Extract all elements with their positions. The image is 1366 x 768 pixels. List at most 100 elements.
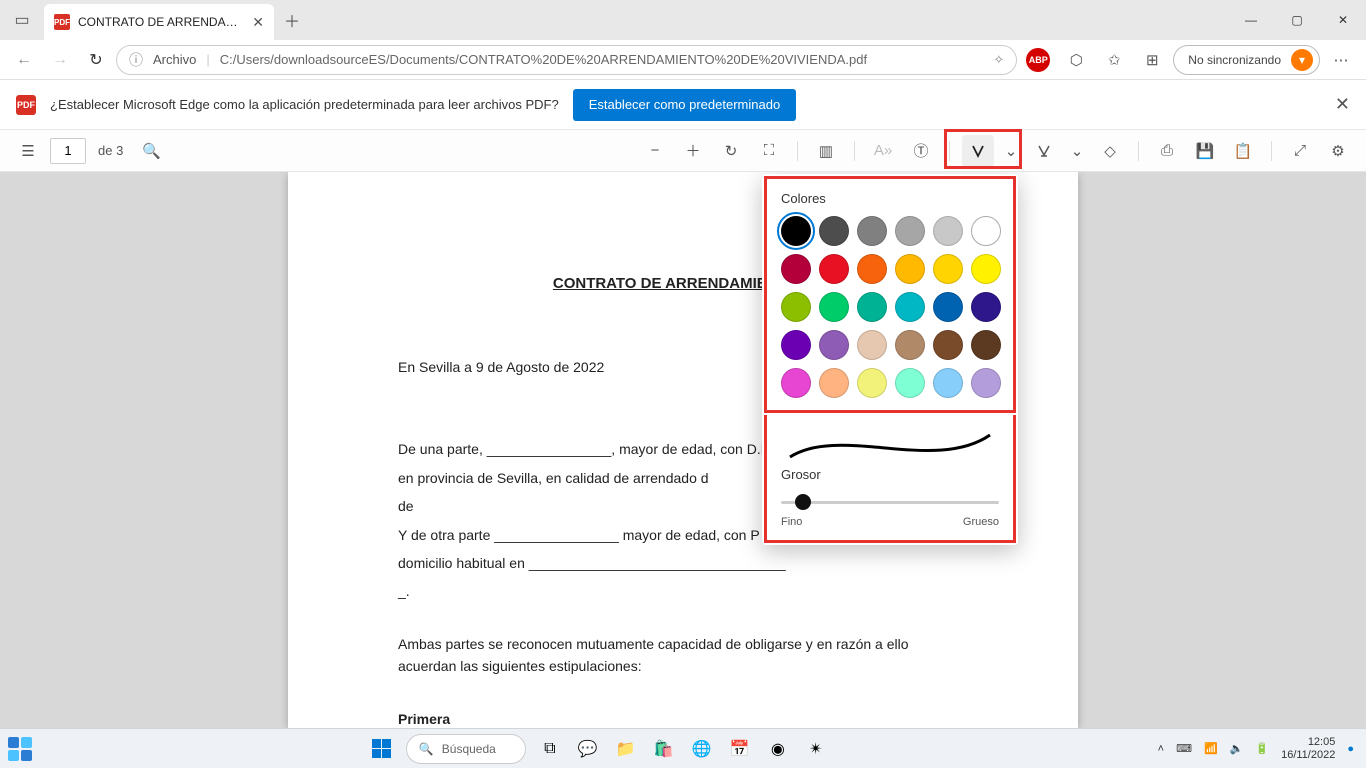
address-bar: ← → ↻ ⓘ Archivo | C:/Users/downloadsourc… (0, 40, 1366, 80)
contents-button[interactable]: ☰ (12, 135, 44, 167)
color-swatch[interactable] (933, 216, 963, 246)
color-swatch[interactable] (819, 254, 849, 284)
color-swatch[interactable] (971, 254, 1001, 284)
color-swatch[interactable] (933, 368, 963, 398)
pdf-viewport[interactable]: CONTRATO DE ARRENDAMIENTO D En Sevilla a… (0, 172, 1366, 728)
infobar-close-button[interactable]: ✕ (1335, 94, 1350, 115)
color-swatch[interactable] (857, 292, 887, 322)
find-button[interactable]: 🔍 (135, 135, 167, 167)
color-swatch[interactable] (895, 292, 925, 322)
color-swatch[interactable] (933, 330, 963, 360)
omnibox[interactable]: ⓘ Archivo | C:/Users/downloadsourceES/Do… (116, 45, 1017, 75)
page-view-button[interactable]: ▥ (810, 135, 842, 167)
color-swatch[interactable] (781, 330, 811, 360)
draw-button[interactable] (962, 135, 994, 167)
color-swatch[interactable] (933, 292, 963, 322)
chrome-icon[interactable]: ◉ (764, 735, 792, 763)
erase-button[interactable]: ◇ (1094, 135, 1126, 167)
color-swatch[interactable] (857, 368, 887, 398)
chat-icon[interactable]: 💬 (574, 735, 602, 763)
color-swatch[interactable] (781, 292, 811, 322)
slider-thumb[interactable] (795, 494, 811, 510)
back-button[interactable]: ← (8, 44, 40, 76)
color-swatch[interactable] (819, 216, 849, 246)
wifi-icon[interactable]: 📶 (1204, 742, 1218, 755)
add-text-button[interactable]: Ⓣ (905, 135, 937, 167)
color-swatch[interactable] (971, 292, 1001, 322)
tab-actions-button[interactable]: ▭ (0, 0, 44, 40)
print-button[interactable]: ⎙ (1151, 135, 1183, 167)
color-swatch[interactable] (781, 254, 811, 284)
color-swatch[interactable] (781, 216, 811, 246)
tab-close-button[interactable]: ✕ (252, 14, 264, 31)
color-swatch[interactable] (819, 330, 849, 360)
color-swatch[interactable] (971, 216, 1001, 246)
color-swatch[interactable] (857, 254, 887, 284)
tab-title: CONTRATO DE ARRENDAMIENTO (78, 15, 244, 29)
read-aloud-button[interactable]: A» (867, 135, 899, 167)
thickness-panel: Grosor Fino Grueso (764, 415, 1016, 543)
clock[interactable]: 12:05 16/11/2022 (1281, 736, 1335, 761)
pdf-icon: PDF (54, 14, 70, 30)
color-swatch[interactable] (895, 254, 925, 284)
calendar-icon[interactable]: 📅 (726, 735, 754, 763)
color-swatch[interactable] (971, 368, 1001, 398)
notifications-icon[interactable]: ● (1347, 743, 1354, 755)
highlight-options-dropdown[interactable]: ⌄ (1066, 135, 1088, 167)
taskbar-search[interactable]: 🔍 Búsqueda (406, 734, 526, 764)
widgets-button[interactable] (0, 737, 40, 761)
color-swatch[interactable] (857, 330, 887, 360)
color-swatch[interactable] (971, 330, 1001, 360)
color-swatch[interactable] (819, 368, 849, 398)
color-swatch[interactable] (781, 368, 811, 398)
abp-extension-icon[interactable]: ABP (1021, 44, 1055, 76)
page-number-input[interactable] (50, 138, 86, 164)
fit-page-button[interactable]: ⛶ (753, 135, 785, 167)
color-panel: Colores (764, 176, 1016, 413)
volume-icon[interactable]: 🔈 (1230, 742, 1244, 755)
browser-tab[interactable]: PDF CONTRATO DE ARRENDAMIENTO ✕ (44, 4, 274, 40)
reader-mode-icon[interactable]: ✧ (993, 52, 1004, 68)
rotate-button[interactable]: ↻ (715, 135, 747, 167)
favorites-button[interactable]: ✩ (1097, 44, 1131, 76)
file-explorer-icon[interactable]: 📁 (612, 735, 640, 763)
color-grid (781, 216, 999, 398)
save-button[interactable]: 💾 (1189, 135, 1221, 167)
tray-chevron-icon[interactable]: ˄ (1158, 743, 1164, 755)
color-swatch[interactable] (819, 292, 849, 322)
set-default-button[interactable]: Establecer como predeterminado (573, 89, 797, 121)
collections-button[interactable]: ⊞ (1135, 44, 1169, 76)
window-close-button[interactable]: ✕ (1320, 0, 1366, 40)
forward-button[interactable]: → (44, 44, 76, 76)
color-swatch[interactable] (933, 254, 963, 284)
start-button[interactable] (368, 735, 396, 763)
new-tab-button[interactable]: ＋ (274, 0, 310, 40)
draw-options-popup: Colores Grosor Fino Grueso (762, 174, 1018, 545)
color-swatch[interactable] (895, 330, 925, 360)
color-swatch[interactable] (895, 216, 925, 246)
zoom-in-button[interactable]: ＋ (677, 135, 709, 167)
draw-options-dropdown[interactable]: ⌄ (1000, 135, 1022, 167)
fullscreen-button[interactable]: ⤢ (1284, 135, 1316, 167)
store-icon[interactable]: 🛍️ (650, 735, 678, 763)
highlight-button[interactable] (1028, 135, 1060, 167)
color-swatch[interactable] (857, 216, 887, 246)
edge-icon[interactable]: 🌐 (688, 735, 716, 763)
color-swatch[interactable] (895, 368, 925, 398)
app-icon[interactable]: ✴ (802, 735, 830, 763)
default-pdf-infobar: PDF ¿Establecer Microsoft Edge como la a… (0, 80, 1366, 130)
extensions-button[interactable]: ⬡ (1059, 44, 1093, 76)
zoom-out-button[interactable]: − (639, 135, 671, 167)
settings-menu-button[interactable]: ⋯ (1324, 44, 1358, 76)
refresh-button[interactable]: ↻ (80, 44, 112, 76)
window-minimize-button[interactable]: ― (1228, 0, 1274, 40)
keyboard-icon[interactable]: ⌨ (1176, 742, 1192, 755)
window-maximize-button[interactable]: ▢ (1274, 0, 1320, 40)
battery-icon[interactable]: 🔋 (1255, 742, 1269, 755)
task-view-button[interactable]: ⧉ (536, 735, 564, 763)
thickness-slider[interactable] (781, 492, 999, 512)
profile-sync-button[interactable]: No sincronizando ▾ (1173, 45, 1320, 75)
para-2c: _. (398, 580, 968, 602)
pdf-settings-button[interactable]: ⚙ (1322, 135, 1354, 167)
save-as-button[interactable]: 📋 (1227, 135, 1259, 167)
